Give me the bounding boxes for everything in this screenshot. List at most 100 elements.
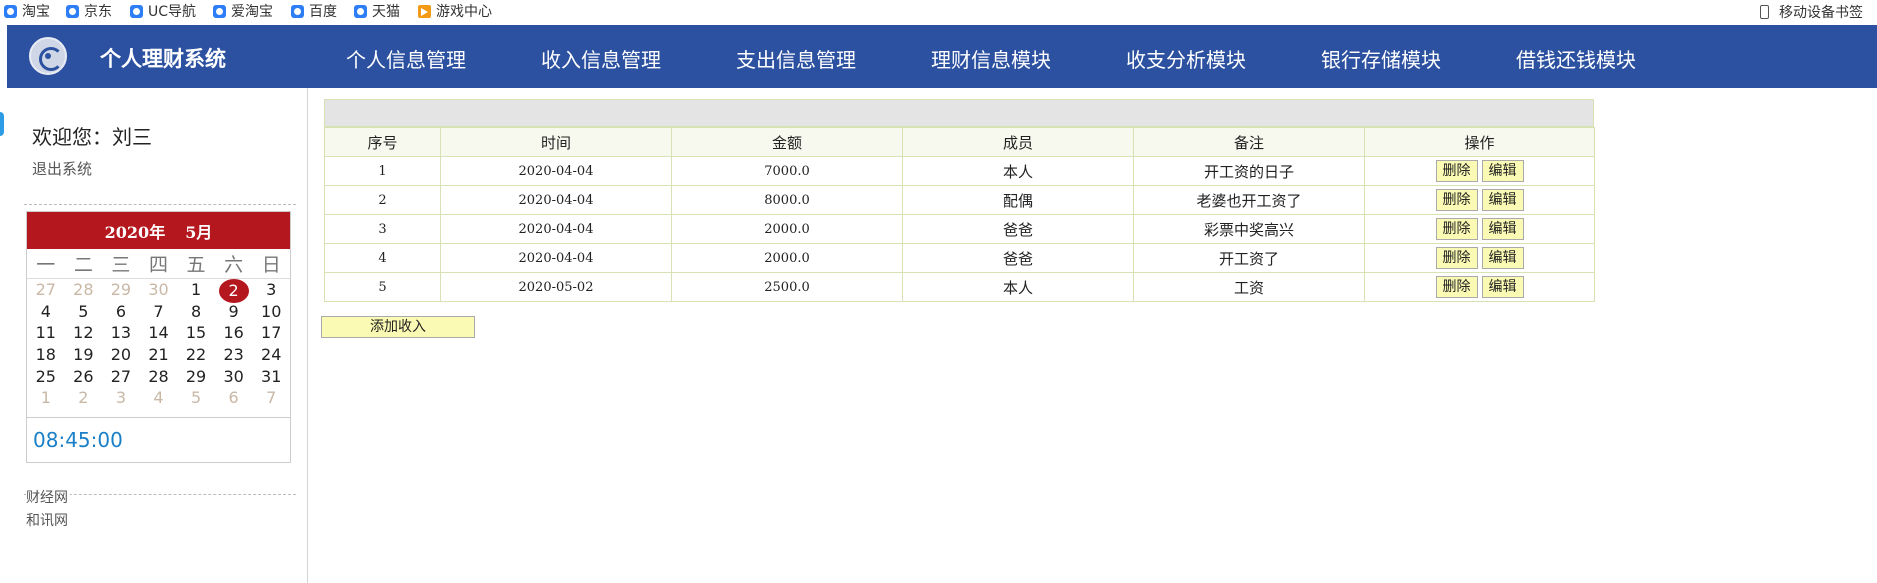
mobile-bookmarks[interactable]: 移动设备书签 xyxy=(1760,2,1863,22)
bookmark-uc-nav[interactable]: UC导航 xyxy=(130,2,196,20)
bookmark-jd[interactable]: 京东 xyxy=(66,2,112,20)
calendar-day-today[interactable]: 2 xyxy=(215,279,253,303)
nav-finance[interactable]: 理财信息模块 xyxy=(931,44,1051,73)
bookmark-aitaobao[interactable]: 爱淘宝 xyxy=(213,2,273,20)
delete-button[interactable]: 删除 xyxy=(1435,160,1478,182)
nav-personal-info[interactable]: 个人信息管理 xyxy=(346,44,466,73)
calendar-day-number: 10 xyxy=(261,301,282,321)
calendar-day[interactable]: 10 xyxy=(252,301,290,323)
calendar-day[interactable]: 6 xyxy=(102,301,140,323)
baidu-icon xyxy=(291,4,304,18)
bookmark-taobao[interactable]: 淘宝 xyxy=(4,2,50,20)
calendar-day-number: 8 xyxy=(190,301,202,321)
bookmark-game-center[interactable]: 游戏中心 xyxy=(418,2,492,20)
calendar-day[interactable]: 9 xyxy=(215,301,253,323)
calendar-day[interactable]: 12 xyxy=(65,322,103,344)
calendar-day-number: 9 xyxy=(228,301,239,321)
calendar-day[interactable]: 3 xyxy=(102,387,140,409)
calendar-day[interactable]: 4 xyxy=(140,387,178,409)
cell-date: 2020-04-04 xyxy=(440,156,672,186)
delete-button[interactable]: 删除 xyxy=(1435,218,1478,240)
edit-button[interactable]: 编辑 xyxy=(1481,160,1524,182)
bookmark-tmall[interactable]: 天猫 xyxy=(354,2,400,20)
calendar-day-number: 28 xyxy=(148,366,169,386)
edit-button[interactable]: 编辑 xyxy=(1481,276,1524,298)
calendar-day[interactable]: 30 xyxy=(215,366,253,388)
weekday-label: 四 xyxy=(148,254,168,276)
calendar-day[interactable]: 7 xyxy=(252,387,290,409)
calendar-day[interactable]: 5 xyxy=(177,387,215,409)
calendar-day[interactable]: 26 xyxy=(65,366,103,388)
calendar-header: 2020年 5月 xyxy=(27,212,290,249)
calendar-day[interactable]: 31 xyxy=(252,366,290,388)
col-header-member: 成员 xyxy=(902,127,1134,157)
link-hexun[interactable]: 和讯网 xyxy=(26,510,68,530)
cell-id: 4 xyxy=(324,243,441,273)
cell-amount: 2000.0 xyxy=(671,214,903,244)
calendar-day[interactable]: 21 xyxy=(140,344,178,366)
cell-actions: 删除 编辑 xyxy=(1364,214,1595,244)
cell-actions: 删除 编辑 xyxy=(1364,156,1595,186)
cell-member: 爸爸 xyxy=(902,243,1134,273)
calendar-day[interactable]: 28 xyxy=(65,279,103,301)
cell-note: 开工资了 xyxy=(1133,243,1365,273)
calendar-day-number: 11 xyxy=(35,323,56,343)
delete-button[interactable]: 删除 xyxy=(1435,247,1478,269)
calendar-day[interactable]: 18 xyxy=(27,344,65,366)
nav-income[interactable]: 收入信息管理 xyxy=(541,44,661,73)
edit-button[interactable]: 编辑 xyxy=(1481,189,1524,211)
edit-button[interactable]: 编辑 xyxy=(1481,218,1524,240)
calendar-day-number: 7 xyxy=(266,388,277,408)
calendar-day[interactable]: 15 xyxy=(177,322,215,344)
calendar-day[interactable]: 5 xyxy=(65,301,103,323)
calendar-day[interactable]: 27 xyxy=(102,366,140,388)
table-row: 4 2020-04-04 2000.0 爸爸 开工资了 删除 编辑 xyxy=(324,243,1595,273)
calendar-day[interactable]: 30 xyxy=(140,279,178,301)
edit-button[interactable]: 编辑 xyxy=(1481,247,1524,269)
calendar-day[interactable]: 19 xyxy=(65,344,103,366)
calendar-day-number: 4 xyxy=(153,388,164,408)
calendar-day[interactable]: 28 xyxy=(140,366,178,388)
calendar-day[interactable]: 29 xyxy=(102,279,140,301)
weekday-label: 二 xyxy=(73,254,93,276)
calendar-month[interactable]: 5月 xyxy=(185,219,212,243)
calendar-day[interactable]: 1 xyxy=(27,387,65,409)
cell-note: 开工资的日子 xyxy=(1133,156,1365,186)
calendar-day[interactable]: 16 xyxy=(215,322,253,344)
add-income-button[interactable]: 添加收入 xyxy=(321,316,475,338)
calendar-day[interactable]: 20 xyxy=(102,344,140,366)
nav-bank-deposit[interactable]: 银行存储模块 xyxy=(1321,44,1441,73)
cell-date: 2020-04-04 xyxy=(440,243,672,273)
calendar-day[interactable]: 27 xyxy=(27,279,65,301)
calendar-day[interactable]: 4 xyxy=(27,301,65,323)
calendar-year[interactable]: 2020年 xyxy=(105,219,166,243)
calendar-day[interactable]: 23 xyxy=(215,344,253,366)
calendar-day[interactable]: 8 xyxy=(177,301,215,323)
calendar-day[interactable]: 22 xyxy=(177,344,215,366)
calendar-day[interactable]: 2 xyxy=(65,387,103,409)
nav-expense[interactable]: 支出信息管理 xyxy=(736,44,856,73)
col-header-amount: 金额 xyxy=(671,127,903,157)
nav-borrow-repay[interactable]: 借钱还钱模块 xyxy=(1516,44,1636,73)
calendar-day[interactable]: 17 xyxy=(252,322,290,344)
calendar-day[interactable]: 7 xyxy=(140,301,178,323)
calendar-day[interactable]: 13 xyxy=(102,322,140,344)
delete-button[interactable]: 删除 xyxy=(1435,276,1478,298)
calendar-day[interactable]: 3 xyxy=(252,279,290,301)
calendar-day[interactable]: 1 xyxy=(177,279,215,301)
link-caijing[interactable]: 财经网 xyxy=(26,487,70,507)
col-header-actions: 操作 xyxy=(1364,127,1595,157)
nav-analysis[interactable]: 收支分析模块 xyxy=(1126,44,1246,73)
calendar-day[interactable]: 24 xyxy=(252,344,290,366)
calendar-day[interactable]: 11 xyxy=(27,322,65,344)
cell-member: 配偶 xyxy=(902,185,1134,215)
cell-note: 彩票中奖高兴 xyxy=(1133,214,1365,244)
calendar-day[interactable]: 6 xyxy=(215,387,253,409)
calendar-day[interactable]: 29 xyxy=(177,366,215,388)
delete-button[interactable]: 删除 xyxy=(1435,189,1478,211)
bookmark-baidu[interactable]: 百度 xyxy=(291,2,337,20)
cell-date: 2020-04-04 xyxy=(440,185,672,215)
calendar-day[interactable]: 14 xyxy=(140,322,178,344)
logout-link[interactable]: 退出系统 xyxy=(32,158,92,179)
calendar-day[interactable]: 25 xyxy=(27,366,65,388)
